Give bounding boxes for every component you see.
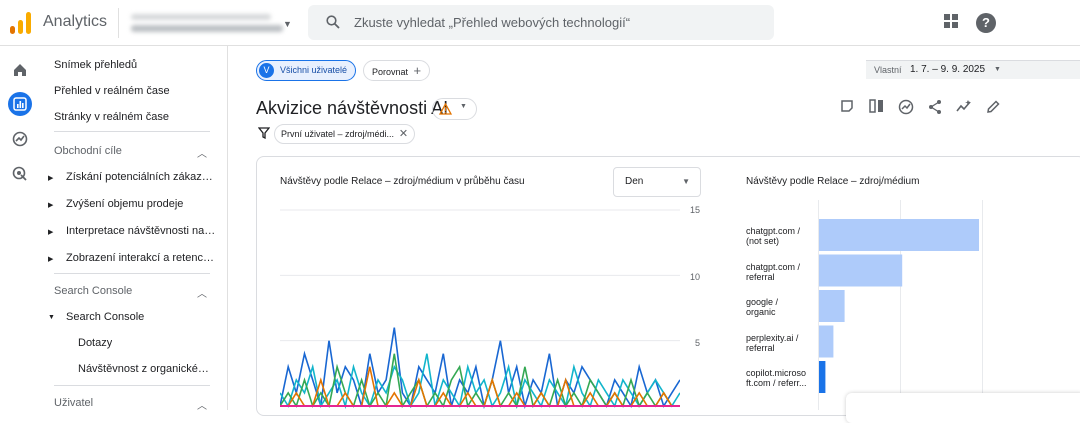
nav-divider <box>54 131 210 132</box>
close-icon[interactable]: ✕ <box>399 125 408 143</box>
plus-icon: + <box>413 63 422 78</box>
nav-item-realtime-pages[interactable]: Stránky v reálném čase <box>54 108 169 126</box>
chevron-down-icon: ▼ <box>460 103 467 110</box>
help-icon[interactable]: ? <box>976 13 996 33</box>
bar-chart-title: Návštěvy podle Relace – zdroj/médium <box>746 176 920 187</box>
bar[interactable] <box>819 254 903 287</box>
nav-item-reports-snapshot[interactable]: Snímek přehledů <box>54 56 137 74</box>
chevron-down-icon: ▼ <box>682 177 690 186</box>
nav-section-user[interactable]: Uživatel <box>54 394 93 412</box>
page-title: Akvizice návštěvnosti AI <box>256 98 449 118</box>
search-input[interactable]: Zkuste vyhledat „Přehled webových techno… <box>308 5 774 40</box>
reports-icon[interactable] <box>8 92 32 116</box>
floating-panel <box>846 393 1080 423</box>
bar-category-label: chatgpt.com / referral <box>746 261 801 282</box>
nav-item-leads[interactable]: Získání potenciálních zákazníků <box>66 168 216 186</box>
filter-label: První uživatel – zdroj/médi... <box>281 129 395 139</box>
series-line[interactable] <box>280 353 680 409</box>
granularity-dropdown[interactable]: Den ▼ <box>613 167 701 197</box>
nav-item-realtime-overview[interactable]: Přehled v reálném čase <box>54 82 170 100</box>
search-icon <box>326 15 340 29</box>
nav-section-business-objectives[interactable]: Obchodní cíle <box>54 142 122 160</box>
filter-icon[interactable] <box>258 127 270 139</box>
collapse-arrow-icon[interactable]: ▼ <box>48 314 55 321</box>
segment-chip[interactable]: V Všichni uživatelé <box>256 60 357 81</box>
compare-view-icon[interactable] <box>869 99 885 115</box>
date-range-prefix: Vlastní <box>874 65 902 75</box>
bar-category-label: copilot.microso ft.com / referr... <box>746 368 807 388</box>
apps-grid-icon[interactable] <box>943 13 963 33</box>
chevron-down-icon: ▼ <box>994 66 1001 73</box>
data-quality-warning[interactable]: ▼ <box>432 98 477 120</box>
insights-icon[interactable] <box>898 99 914 115</box>
date-range-value: 1. 7. – 9. 9. 2025 <box>910 64 986 75</box>
explore-icon[interactable] <box>8 127 32 151</box>
bar[interactable] <box>819 361 826 393</box>
nav-item-engagement[interactable]: Zobrazení interakcí a retence uživatelů <box>66 249 216 267</box>
y-tick-label: 15 <box>689 205 700 215</box>
expand-arrow-icon[interactable]: ▶ <box>48 201 53 209</box>
nav-item-traffic[interactable]: Interpretace návštěvnosti na webu <box>66 222 216 240</box>
customize-icon[interactable] <box>840 99 856 115</box>
date-range-picker[interactable]: Vlastní 1. 7. – 9. 9. 2025 ▼ <box>866 60 1080 79</box>
warning-icon <box>439 103 452 115</box>
share-icon[interactable] <box>927 99 943 115</box>
account-selector[interactable]: ▼ <box>118 8 296 38</box>
chevron-up-icon[interactable]: ︿ <box>197 285 207 300</box>
expand-arrow-icon[interactable]: ▶ <box>48 228 53 236</box>
bar-category-label: google / organic <box>746 297 779 317</box>
nav-section-search-console[interactable]: Search Console <box>54 282 132 300</box>
left-rail <box>0 46 40 410</box>
line-chart-title: Návštěvy podle Relace – zdroj/médium v p… <box>280 176 525 187</box>
bar-category-label: perplexity.ai / referral <box>746 332 799 353</box>
y-tick-label: 10 <box>689 272 700 282</box>
expand-arrow-icon[interactable]: ▶ <box>48 174 53 182</box>
granularity-value: Den <box>625 176 644 187</box>
account-name-redacted <box>131 14 271 20</box>
chevron-up-icon[interactable]: ︿ <box>197 145 207 160</box>
search-placeholder: Zkuste vyhledat „Přehled webových techno… <box>354 15 631 30</box>
anomaly-icon[interactable] <box>956 99 972 115</box>
y-tick-label: 5 <box>694 338 700 348</box>
nav-item-sales[interactable]: Zvýšení objemu prodeje <box>66 195 216 213</box>
expand-arrow-icon[interactable]: ▶ <box>48 255 53 263</box>
nav-item-organic-traffic[interactable]: Návštěvnost z organického vyhledávání <box>78 360 214 378</box>
app-name: Analytics <box>43 13 108 30</box>
segment-avatar: V <box>259 63 274 78</box>
segment-label: Všichni uživatelé <box>280 65 348 75</box>
series-line[interactable] <box>280 327 680 410</box>
nav-divider <box>54 273 210 274</box>
bar-category-label: chatgpt.com / (not set) <box>746 226 801 246</box>
analytics-logo[interactable] <box>10 12 32 34</box>
chevron-down-icon: ▼ <box>283 19 292 29</box>
line-chart[interactable] <box>280 200 680 410</box>
bar[interactable] <box>819 325 834 358</box>
bar[interactable] <box>819 290 845 322</box>
report-navigation: Snímek přehledů Přehled v reálném čase S… <box>40 46 228 412</box>
property-name-redacted <box>131 25 283 32</box>
advertising-icon[interactable] <box>8 162 32 186</box>
nav-item-search-console-group[interactable]: Search Console <box>66 308 144 326</box>
compare-label: Porovnat <box>372 67 409 77</box>
home-icon[interactable] <box>8 58 32 82</box>
nav-item-queries[interactable]: Dotazy <box>78 334 112 352</box>
bar-chart[interactable] <box>818 200 1080 410</box>
bar[interactable] <box>819 219 979 251</box>
compare-button[interactable]: Porovnat + <box>363 60 431 81</box>
edit-icon[interactable] <box>985 99 1001 115</box>
filter-chip[interactable]: První uživatel – zdroj/médi... ✕ <box>274 124 416 144</box>
nav-divider <box>54 385 210 386</box>
top-bar: Analytics ▼ Zkuste vyhledat „Přehled web… <box>0 0 1080 46</box>
